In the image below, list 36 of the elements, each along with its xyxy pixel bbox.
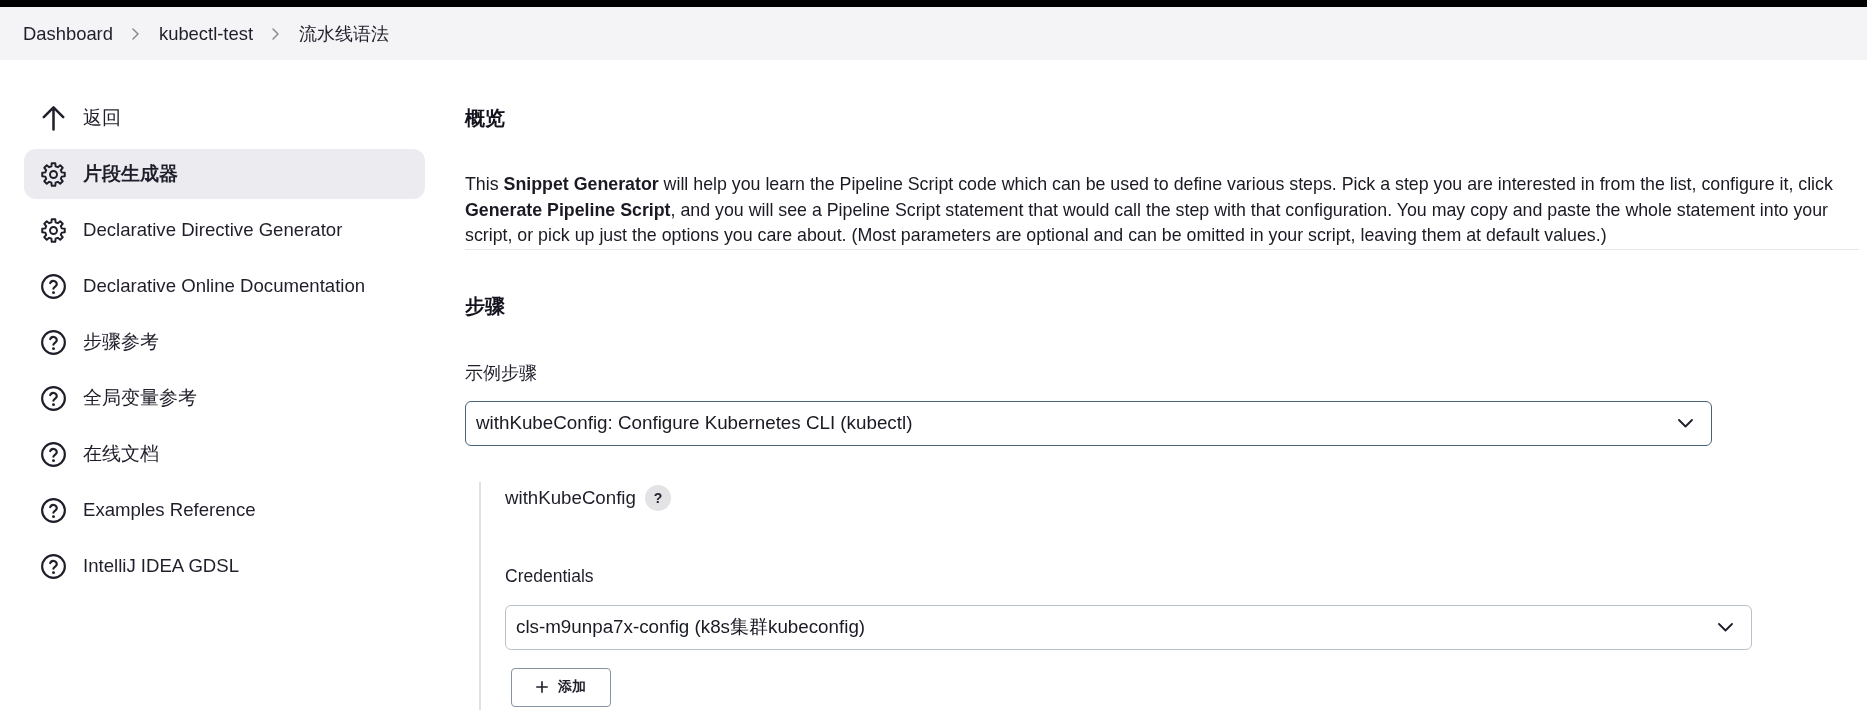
sidebar-item[interactable]: Declarative Online Documentation: [24, 261, 425, 311]
breadcrumb-link[interactable]: 流水线语法: [299, 21, 389, 46]
section-heading: 步骤: [465, 293, 506, 319]
sidebar-item[interactable]: Examples Reference: [24, 485, 425, 535]
help-icon: [41, 385, 66, 411]
sidebar-item[interactable]: Declarative Directive Generator: [24, 205, 425, 255]
step-dropdown[interactable]: withKubeConfig: Configure Kubernetes CLI (kubectl): [465, 400, 1712, 446]
chevron-right-icon: [130, 26, 141, 41]
help-button[interactable]: ?: [644, 484, 671, 511]
help-icon: [41, 329, 66, 355]
field-label: 示例步骤: [465, 361, 538, 384]
sidebar-item[interactable]: IntelliJ IDEA GDSL: [24, 541, 425, 591]
gear-icon: [41, 161, 66, 187]
help-icon: [41, 441, 66, 467]
add-button[interactable]: 添加: [511, 667, 611, 707]
step-name: withKubeConfig: [505, 486, 636, 509]
chevron-right-icon: [271, 26, 281, 41]
help-icon: [41, 273, 66, 299]
gear-icon: [41, 217, 66, 243]
overview-paragraph: This Snippet Generator will help you learn the Pipeline Script code which can be used to define various steps. Pick a step you are interested in from the list, configure it, click Generate Pipeline Script, and you will see a Pipeline Script statement that would call the step with that configuration. You may copy and paste the whole statement into your script, or pick up just the options you care about. (Most parameters are optional and can be omitted in your script, leaving them at default values.): [465, 172, 1859, 250]
sidebar-item[interactable]: 在线文档: [24, 429, 425, 479]
chevron-down-icon: [1718, 622, 1733, 632]
field-label: Credentials: [505, 564, 595, 587]
breadcrumb-link[interactable]: Dashboard: [23, 22, 113, 45]
sidebar-item[interactable]: 全局变量参考: [24, 373, 425, 423]
plus-icon: [536, 681, 548, 693]
help-icon: [41, 497, 66, 523]
credentials-dropdown[interactable]: cls-m9unpa7x-config (k8s集群kubeconfig): [505, 604, 1752, 650]
help-icon: [41, 553, 66, 579]
sidebar-item[interactable]: 片段生成器: [24, 149, 425, 199]
sidebar-item[interactable]: 返回: [24, 93, 425, 143]
breadcrumb-link[interactable]: kubectl-test: [158, 22, 253, 45]
section-heading: 概览: [465, 106, 506, 131]
up-arrow-icon: [41, 105, 66, 131]
sidebar-item[interactable]: 步骤参考: [24, 317, 425, 367]
chevron-down-icon: [1678, 418, 1693, 428]
